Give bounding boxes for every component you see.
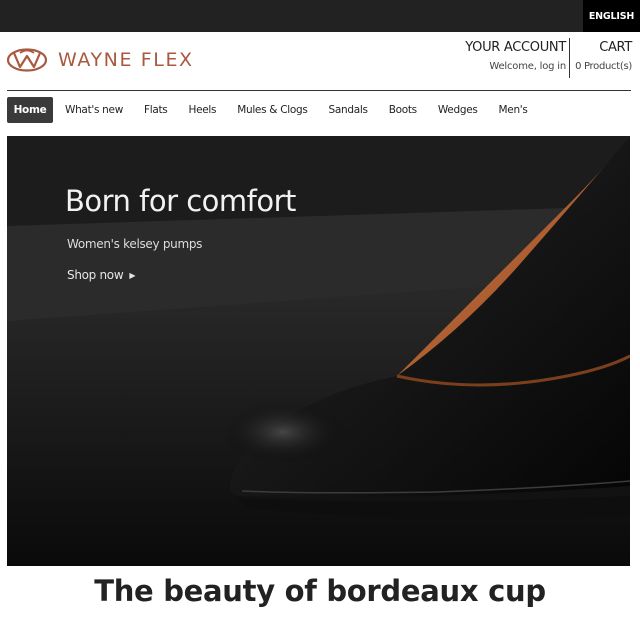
language-selector[interactable]: ENGLISH	[583, 0, 640, 32]
header-divider-line	[7, 90, 631, 91]
cart-count[interactable]: 0 Product(s)	[572, 61, 632, 72]
wayne-flex-logo-icon	[6, 48, 48, 72]
brand-name: WAYNE FLEX	[58, 49, 194, 71]
nav-item-wedges[interactable]: Wedges	[438, 97, 478, 123]
nav-item-mens[interactable]: Men's	[499, 97, 528, 123]
top-bar: ENGLISH	[0, 0, 640, 32]
cart-block[interactable]: CART 0 Product(s)	[572, 40, 632, 72]
nav-item-flats[interactable]: Flats	[144, 97, 168, 123]
account-block[interactable]: YOUR ACCOUNT Welcome, log in	[458, 40, 566, 72]
header-divider	[569, 38, 570, 78]
hero-title: Born for comfort	[65, 184, 296, 218]
brand-logo[interactable]: WAYNE FLEX	[6, 44, 194, 76]
play-arrow-icon: ▶	[129, 271, 136, 280]
login-link[interactable]: Welcome, log in	[458, 61, 566, 72]
nav-item-home[interactable]: Home	[7, 97, 53, 123]
hero-subtitle: Women's kelsey pumps	[67, 237, 203, 251]
shop-now-label[interactable]: Shop now	[67, 268, 124, 282]
nav-item-heels[interactable]: Heels	[188, 97, 216, 123]
hero-banner[interactable]: Born for comfort Women's kelsey pumps Sh…	[7, 136, 630, 566]
nav-item-mules-clogs[interactable]: Mules & Clogs	[237, 97, 308, 123]
section-headline: The beauty of bordeaux cup	[94, 574, 546, 608]
account-title[interactable]: YOUR ACCOUNT	[458, 40, 566, 55]
shop-now-link[interactable]: Shop now ▶	[67, 268, 136, 282]
nav-item-whats-new[interactable]: What's new	[65, 97, 123, 123]
main-nav: Home What's new Flats Heels Mules & Clog…	[7, 97, 528, 123]
cart-title[interactable]: CART	[572, 40, 632, 55]
nav-item-boots[interactable]: Boots	[389, 97, 417, 123]
nav-item-sandals[interactable]: Sandals	[329, 97, 368, 123]
